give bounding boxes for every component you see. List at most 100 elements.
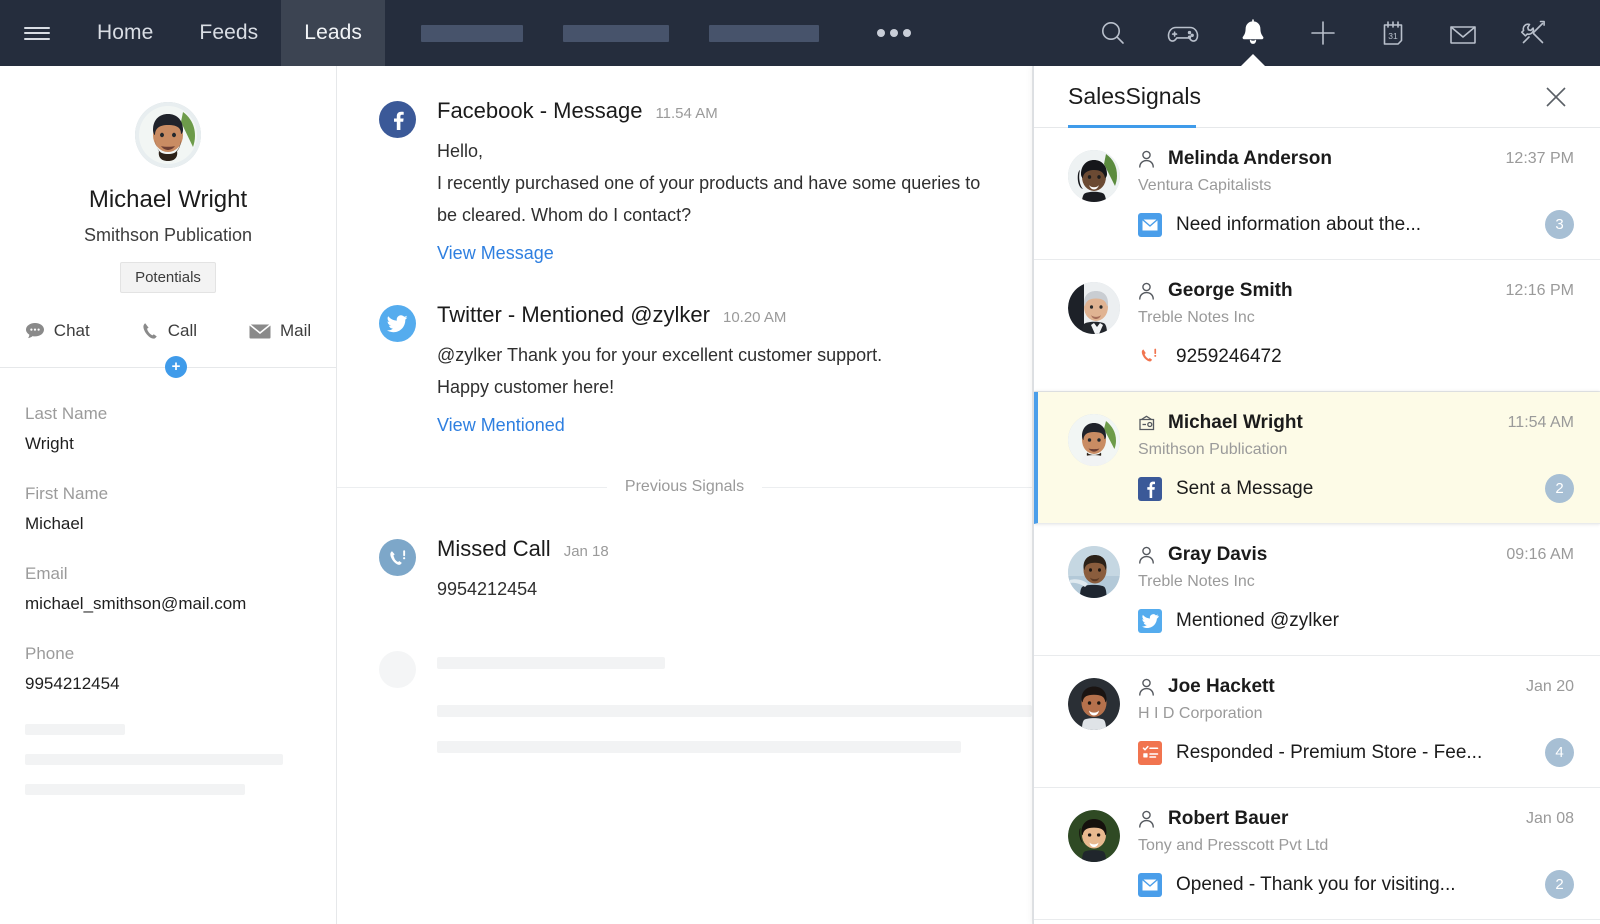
view-message-link[interactable]: View Message bbox=[437, 243, 554, 264]
field-value[interactable]: 9954212454 bbox=[25, 674, 311, 694]
list-item-body: George Smith 12:16 PM Treble Notes Inc bbox=[1120, 280, 1574, 371]
list-item-body: Gray Davis 09:16 AM Treble Notes Inc Men… bbox=[1120, 544, 1574, 635]
list-item-message: 9259246472 bbox=[1176, 346, 1282, 368]
panel-divider: + bbox=[0, 367, 336, 368]
signal-time: 11.54 AM bbox=[655, 105, 717, 122]
profile-company: Smithson Publication bbox=[16, 225, 320, 246]
list-item-title-row: Joe Hackett Jan 20 bbox=[1138, 676, 1574, 698]
nav-placeholder-tab-1[interactable] bbox=[421, 25, 523, 42]
list-item-body: Melinda Anderson 12:37 PM Ventura Capita… bbox=[1120, 148, 1574, 239]
field-label: Email bbox=[25, 564, 311, 584]
missed-call-icon bbox=[379, 539, 416, 576]
tools-icon[interactable] bbox=[1498, 0, 1568, 66]
list-item[interactable]: Joe Hackett Jan 20 H I D Corporation bbox=[1034, 656, 1600, 788]
signal-body: Twitter - Mentioned @zylker 10.20 AM @zy… bbox=[421, 302, 1032, 436]
list-item-company: Smithson Publication bbox=[1138, 441, 1574, 459]
phone-icon bbox=[142, 322, 159, 340]
missed-call-icon bbox=[1138, 345, 1162, 369]
potentials-pill[interactable]: Potentials bbox=[120, 262, 216, 293]
chat-icon bbox=[25, 322, 45, 340]
calendar-icon[interactable]: 31 bbox=[1358, 0, 1428, 66]
list-item-time: 11:54 AM bbox=[1498, 414, 1574, 432]
nav-tab-feeds[interactable]: Feeds bbox=[176, 0, 281, 66]
svg-text:31: 31 bbox=[1388, 31, 1398, 41]
list-item-message: Sent a Message bbox=[1176, 478, 1313, 500]
signal-icon-wrap bbox=[379, 302, 421, 436]
unread-badge: 2 bbox=[1545, 870, 1574, 899]
list-item-company: Tony and Presscott Pvt Ltd bbox=[1138, 837, 1574, 855]
hamburger-menu-icon[interactable] bbox=[0, 0, 74, 66]
envelope-icon[interactable] bbox=[1428, 0, 1498, 66]
list-item[interactable]: George Smith 12:16 PM Treble Notes Inc bbox=[1034, 260, 1600, 392]
salessignals-panel: SalesSignals bbox=[1033, 66, 1600, 924]
field-label: Last Name bbox=[25, 404, 311, 424]
list-item-time: Jan 20 bbox=[1516, 678, 1574, 696]
nav-tab-home[interactable]: Home bbox=[74, 0, 176, 66]
signal-body: Facebook - Message 11.54 AM Hello, I rec… bbox=[421, 98, 1032, 264]
signal-text-line1: @zylker Thank you for your excellent cus… bbox=[437, 339, 1032, 371]
placeholder-line-3 bbox=[437, 741, 961, 753]
mail-icon bbox=[1138, 213, 1162, 237]
app-root: Home Feeds Leads bbox=[0, 0, 1600, 924]
field-value[interactable]: Wright bbox=[25, 434, 311, 454]
list-item-body: Michael Wright 11:54 AM Smithson Publica… bbox=[1120, 412, 1574, 503]
unread-badge: 4 bbox=[1545, 738, 1574, 767]
field-value[interactable]: Michael bbox=[25, 514, 311, 534]
signal-icon-wrap bbox=[379, 98, 421, 264]
list-item-message: Mentioned @zylker bbox=[1176, 610, 1339, 632]
list-item-title-row: Melinda Anderson 12:37 PM bbox=[1138, 148, 1574, 170]
gamepad-icon[interactable] bbox=[1148, 0, 1218, 66]
placeholder-lines bbox=[416, 651, 1032, 753]
close-icon[interactable] bbox=[1542, 83, 1570, 111]
avatar bbox=[1068, 546, 1120, 598]
placeholder-avatar bbox=[379, 651, 416, 688]
view-mentioned-link[interactable]: View Mentioned bbox=[437, 415, 565, 436]
avatar bbox=[1068, 414, 1120, 466]
list-item-selected[interactable]: Michael Wright 11:54 AM Smithson Publica… bbox=[1034, 392, 1600, 524]
nav-placeholder-tab-3[interactable] bbox=[709, 25, 819, 42]
plus-icon[interactable] bbox=[1288, 0, 1358, 66]
mail-action-label: Mail bbox=[280, 321, 311, 341]
bell-icon[interactable] bbox=[1218, 0, 1288, 66]
signal-text-line1: 9954212454 bbox=[437, 573, 1032, 605]
nav-tab-leads[interactable]: Leads bbox=[281, 0, 385, 66]
signal-text-line1: Hello, bbox=[437, 135, 1032, 167]
signal-missed-call: Missed Call Jan 18 9954212454 bbox=[337, 536, 1032, 605]
field-list: Last Name Wright First Name Michael Emai… bbox=[0, 368, 336, 795]
signal-list: Melinda Anderson 12:37 PM Ventura Capita… bbox=[1034, 128, 1600, 920]
field-label: First Name bbox=[25, 484, 311, 504]
list-item-time: 12:16 PM bbox=[1496, 282, 1574, 300]
list-item-message-row: Sent a Message 2 bbox=[1138, 474, 1574, 503]
list-item-message: Opened - Thank you for visiting... bbox=[1176, 874, 1456, 896]
list-item-message: Responded - Premium Store - Fee... bbox=[1176, 742, 1482, 764]
add-field-button[interactable]: + bbox=[165, 356, 187, 378]
unread-badge: 2 bbox=[1545, 474, 1574, 503]
signal-title: Facebook - Message bbox=[437, 98, 642, 124]
contact-icon bbox=[1138, 150, 1160, 168]
list-item-name: Robert Bauer bbox=[1168, 808, 1288, 830]
chat-action-button[interactable]: Chat bbox=[25, 321, 90, 341]
list-item[interactable]: Robert Bauer Jan 08 Tony and Presscott P… bbox=[1034, 788, 1600, 920]
mail-action-button[interactable]: Mail bbox=[249, 321, 311, 341]
list-item-body: Joe Hackett Jan 20 H I D Corporation bbox=[1120, 676, 1574, 767]
profile-name: Michael Wright bbox=[16, 186, 320, 214]
call-action-button[interactable]: Call bbox=[142, 321, 197, 341]
signal-icon-wrap bbox=[379, 536, 421, 605]
list-item-name: Gray Davis bbox=[1168, 544, 1267, 566]
facebook-icon bbox=[379, 101, 416, 138]
list-item-company: Treble Notes Inc bbox=[1138, 573, 1574, 591]
survey-icon bbox=[1138, 741, 1162, 765]
avatar bbox=[135, 102, 201, 168]
nav-placeholder-tab-2[interactable] bbox=[563, 25, 669, 42]
nav-overflow-icon[interactable] bbox=[877, 29, 911, 37]
list-item-message-row: 9259246472 bbox=[1138, 342, 1574, 371]
field-placeholder-3 bbox=[25, 784, 245, 795]
list-item[interactable]: Gray Davis 09:16 AM Treble Notes Inc Men… bbox=[1034, 524, 1600, 656]
list-item[interactable]: Melinda Anderson 12:37 PM Ventura Capita… bbox=[1034, 128, 1600, 260]
contact-icon bbox=[1138, 546, 1160, 564]
field-value[interactable]: michael_smithson@mail.com bbox=[25, 594, 311, 614]
call-action-label: Call bbox=[168, 321, 197, 341]
signal-time: 10.20 AM bbox=[723, 309, 786, 326]
field-placeholder-2 bbox=[25, 754, 283, 765]
search-icon[interactable] bbox=[1078, 0, 1148, 66]
